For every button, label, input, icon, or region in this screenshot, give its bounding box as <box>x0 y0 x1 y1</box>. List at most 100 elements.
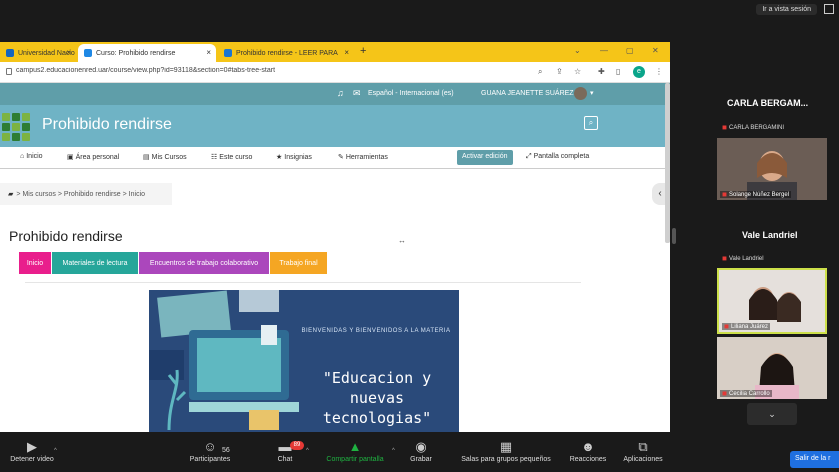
participant-tile-name: Vale Landriel <box>742 230 798 240</box>
nav-label: Área personal <box>75 154 120 161</box>
participant-video-solange[interactable]: ◼ Solange Núñez Bergel <box>717 138 827 200</box>
user-avatar[interactable] <box>574 87 587 100</box>
tab-trabajo-final[interactable]: Trabajo final <box>270 252 327 274</box>
nav-item-herramientas[interactable]: ✎ Herramientas <box>338 153 388 161</box>
tab-materiales-lectura[interactable]: Materiales de lectura <box>52 252 138 274</box>
nav-label: Insignias <box>284 154 312 161</box>
video-name-label: ◼ Liliana Juárez <box>722 323 771 330</box>
profile-avatar[interactable]: e <box>633 66 645 78</box>
close-tab-icon[interactable]: × <box>206 48 211 57</box>
search-icon[interactable]: ⌕ <box>584 116 598 130</box>
record-button[interactable]: ◉ Grabar <box>386 438 456 463</box>
nav-item-area-personal[interactable]: ▣ Área personal <box>67 153 119 161</box>
participants-button[interactable]: ☺ Participantes <box>175 438 245 463</box>
participants-label: Participantes <box>189 456 231 463</box>
video-options-chevron-icon[interactable]: ^ <box>54 448 57 454</box>
apps-button[interactable]: ⧉ Aplicaciones <box>608 438 678 463</box>
activate-edit-button[interactable]: Activar edición <box>457 150 513 165</box>
chat-options-chevron-icon[interactable]: ^ <box>306 448 309 454</box>
language-selector[interactable]: Español - Internacional (es) <box>368 90 454 97</box>
breadcrumb-inicio[interactable]: Inicio <box>129 191 145 198</box>
user-menu-caret-icon[interactable]: ▾ <box>590 89 594 97</box>
tab-favicon-icon <box>84 49 92 57</box>
folder-icon[interactable]: ▰ <box>8 191 13 198</box>
close-window-icon[interactable]: ✕ <box>652 46 659 55</box>
bookmark-star-icon[interactable]: ☆ <box>574 67 581 76</box>
tab-favicon-icon <box>6 49 14 57</box>
video-name-text: Liliana Juárez <box>730 324 769 330</box>
sidebar-icon[interactable]: ▯ <box>616 67 620 76</box>
nav-label: Este curso <box>219 154 253 161</box>
participant-tile-name: CARLA BERGAM... <box>727 98 809 108</box>
muted-mic-icon: ◼ <box>722 256 727 262</box>
tab-label: Prohibido rendirse - LEER PARA <box>236 49 338 57</box>
nav-item-este-curso[interactable]: ☷ Este curso <box>211 153 252 161</box>
tab-encuentros-trabajo[interactable]: Encuentros de trabajo colaborativo <box>139 252 269 274</box>
chat-label: Chat <box>277 456 293 463</box>
tab-label: Curso: Prohibido rendirse <box>96 49 176 57</box>
apps-label: Aplicaciones <box>623 456 663 463</box>
browser-menu-icon[interactable]: ⋮ <box>655 67 663 76</box>
courses-icon: ▤ <box>143 154 150 161</box>
record-icon: ◉ <box>415 439 427 454</box>
participant-video-liliana[interactable]: ◼ Liliana Juárez <box>717 268 827 334</box>
zoom-toolbar: ▶ Detener video ^ ☺ Participantes ▬ Chat ^ … <box>0 432 839 472</box>
tab-inicio[interactable]: Inicio <box>19 252 51 274</box>
breadcrumb-mis-cursos[interactable]: Mis cursos <box>22 191 55 198</box>
record-label: Grabar <box>410 456 432 463</box>
share-screen-button[interactable]: ▲ Compartir pantalla <box>320 438 390 463</box>
notifications-bell-icon[interactable]: ♫ <box>337 88 344 98</box>
messages-icon[interactable]: ✉ <box>353 88 361 99</box>
site-logo[interactable] <box>0 111 32 141</box>
share-icon[interactable]: ⇪ <box>556 67 563 76</box>
moodle-top-nav: ♫ ✉ Español - Internacional (es) GUANA J… <box>0 83 670 105</box>
page-title: Prohibido rendirse <box>9 228 123 244</box>
new-tab-icon[interactable]: + <box>360 45 366 57</box>
fullscreen-link[interactable]: ⤢ Pantalla completa <box>526 153 589 161</box>
muted-mic-icon: ◼ <box>724 324 729 330</box>
breadcrumb-course[interactable]: Prohibido rendirse <box>64 191 121 198</box>
zoom-lens-icon[interactable]: ⌕ <box>538 67 542 77</box>
minimize-icon[interactable]: — <box>600 46 608 55</box>
leave-meeting-button[interactable]: Salir de la r <box>790 451 839 468</box>
browser-tab-leer[interactable]: Prohibido rendirse - LEER PARA × <box>218 44 354 62</box>
tab-favicon-icon <box>224 49 232 57</box>
nav-item-inicio[interactable]: ⌂ Inicio <box>20 153 43 160</box>
panel-resize-handle[interactable] <box>672 228 676 244</box>
zoom-screen: Ir a vista sesión Universidad Nacio × Cu… <box>0 0 839 472</box>
course-name-headline: "Educacion y nuevas tecnologias" <box>322 369 432 427</box>
video-name-text: Cecilia Carrollo <box>728 391 770 397</box>
zoom-top-bar: Ir a vista sesión <box>0 0 839 42</box>
maximize-icon[interactable]: ▢ <box>626 46 634 55</box>
breakout-rooms-label: Salas para grupos pequeños <box>461 456 551 463</box>
course-navbar: ⌂ Inicio ▣ Área personal ▤ Mis Cursos ☷ Este… <box>0 147 670 169</box>
share-screen-label: Compartir pantalla <box>326 456 384 463</box>
video-name-text: Solange Núñez Bergel <box>728 192 790 198</box>
close-tab-icon[interactable]: × <box>344 48 349 57</box>
site-title[interactable]: Prohibido rendirse <box>42 116 172 134</box>
url-field[interactable]: campus2.educacionenred.uar/course/view.p… <box>16 67 516 74</box>
address-bar: campus2.educacionenred.uar/course/view.p… <box>0 62 670 83</box>
chat-button[interactable]: ▬ Chat <box>250 438 320 463</box>
welcome-subtitle: BIENVENIDAS Y BIENVENIDOS A LA MATERIA <box>301 328 451 334</box>
breakout-rooms-button[interactable]: ▦ Salas para grupos pequeños <box>448 438 564 463</box>
close-tab-icon[interactable]: × <box>66 48 71 57</box>
video-name-label: ◼ Solange Núñez Bergel <box>720 191 792 198</box>
nav-label: Herramientas <box>345 154 388 161</box>
extensions-icon[interactable]: ✚ <box>598 67 605 76</box>
tab-list-chevron-icon[interactable]: ⌄ <box>574 46 581 55</box>
nav-item-mis-cursos[interactable]: ▤ Mis Cursos <box>143 153 187 161</box>
nav-item-insignias[interactable]: ★ Insignias <box>276 153 312 161</box>
muted-mic-icon: ◼ <box>722 125 727 131</box>
participant-video-cecilia[interactable]: ◼ Cecilia Carrollo <box>717 337 827 399</box>
browser-tab-curso[interactable]: Curso: Prohibido rendirse × <box>78 44 216 62</box>
gallery-view-icon[interactable] <box>824 4 834 14</box>
nav-label: Inicio <box>26 153 43 160</box>
view-session-button[interactable]: Ir a vista sesión <box>756 4 817 15</box>
shared-browser-window: Universidad Nacio × Curso: Prohibido ren… <box>0 42 670 432</box>
participant-subtitle: ◼ CARLA BERGAMINI <box>722 124 784 131</box>
user-menu-name[interactable]: GUANA JEANETTE SUÁREZ <box>481 90 574 97</box>
stop-video-label: Detener video <box>10 456 54 463</box>
scroll-participants-down-button[interactable]: ⌄ <box>747 403 797 425</box>
browser-tab-universidad[interactable]: Universidad Nacio × <box>0 44 76 62</box>
